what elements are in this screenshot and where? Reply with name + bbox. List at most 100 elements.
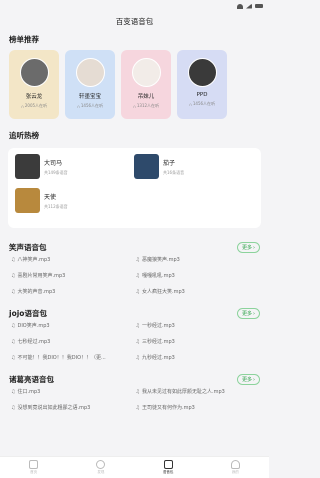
- chevron-right-icon: ›: [253, 310, 255, 317]
- section-title: 笑声语音包: [9, 243, 47, 252]
- ranking-name: 轩墨宝宝: [78, 94, 101, 100]
- track-item[interactable]: ♫ 王司徒又有何作为.mp3: [135, 404, 261, 412]
- avatar: [131, 58, 161, 87]
- chase-thumbnail: [15, 188, 40, 213]
- track-item[interactable]: ♫ 恶魔狼笑声.mp3: [135, 256, 261, 264]
- music-note-icon: ♫: [135, 354, 140, 361]
- track-item[interactable]: ♫ 九秒经过.mp3: [135, 354, 261, 362]
- ranking-title: 榜单推荐: [9, 35, 39, 44]
- track-item[interactable]: ♫ 不可能！！我DIO！！我DIO！！（更...: [11, 354, 136, 362]
- chevron-right-icon: ›: [253, 376, 255, 383]
- track-item[interactable]: ♫ 喜剧片常用笑声.mp3: [11, 272, 136, 280]
- music-note-icon: ♫: [11, 322, 16, 329]
- chase-name: 天使: [44, 193, 57, 201]
- more-button[interactable]: 更多 ›: [236, 242, 260, 253]
- nav-label: 语音包: [162, 470, 174, 474]
- music-note-icon: ♫: [11, 404, 16, 411]
- chase-count: 共112条语音: [44, 203, 68, 209]
- track-list: ♫ 八神笑声.mp3 ♫ 恶魔狼笑声.mp3 ♫ 喜剧片常用笑声.mp3 ♫ 嘎嘎吼吼.…: [0, 253, 269, 296]
- music-note-icon: ♫: [135, 272, 140, 279]
- headphone-icon: ∩: [188, 101, 192, 107]
- section-title: jojo语音包: [9, 309, 47, 318]
- music-note-icon: ♫: [135, 338, 140, 345]
- chase-header: 追听热榜: [0, 130, 269, 141]
- ranking-name: PPD: [196, 92, 208, 98]
- music-note-icon: ♫: [135, 288, 140, 295]
- chase-name: 茄子: [163, 159, 176, 167]
- section-header: jojo语音包 更多 ›: [0, 308, 269, 319]
- music-note-icon: ♫: [135, 256, 140, 263]
- home-icon: [29, 460, 39, 469]
- ranking-card[interactable]: PPD ∩ 1456人在听: [177, 50, 227, 119]
- avatar: [19, 58, 49, 87]
- headphone-icon: ∩: [76, 103, 80, 109]
- chevron-right-icon: ›: [253, 244, 255, 251]
- bottom-nav: 首页 发现 语音包 我的: [0, 456, 269, 478]
- music-note-icon: ♫: [11, 388, 16, 395]
- ranking-card[interactable]: 吊妹儿 ∩ 1312人在听: [121, 50, 171, 119]
- chase-item[interactable]: 茄子 共16条语音: [134, 154, 184, 179]
- ranking-name: 张云龙: [25, 94, 43, 100]
- ranking-card[interactable]: 轩墨宝宝 ∩ 1456人在听: [65, 50, 115, 119]
- music-note-icon: ♫: [11, 354, 16, 361]
- headphone-icon: ∩: [132, 103, 136, 109]
- track-item[interactable]: ♫ 大笑的声音.mp3: [11, 288, 136, 296]
- user-icon: [230, 460, 240, 469]
- music-note-icon: ♫: [11, 272, 16, 279]
- chase-item[interactable]: 天使 共112条语音: [15, 188, 68, 213]
- chase-item[interactable]: 大司马 共149条语音: [15, 154, 68, 179]
- ranking-count: ∩ 1312人在听: [132, 103, 160, 109]
- track-item[interactable]: ♫ 女人疯狂大笑.mp3: [135, 288, 261, 296]
- nav-home[interactable]: 首页: [14, 460, 54, 475]
- music-note-icon: ♫: [11, 256, 16, 263]
- ranking-header: 榜单推荐: [0, 34, 269, 45]
- track-item[interactable]: ♫ 七秒经过.mp3: [11, 338, 136, 346]
- track-item[interactable]: ♫ DIO笑声.mp3: [11, 322, 136, 330]
- track-item[interactable]: ♫ 一秒经过.mp3: [136, 322, 261, 330]
- nav-label: 我的: [231, 470, 239, 474]
- nav-voice-pack[interactable]: 语音包: [148, 460, 188, 475]
- page-title: 百变语音包: [115, 17, 154, 26]
- track-item[interactable]: ♫ 没想到竟说出如此粗鄙之语.mp3: [11, 404, 136, 412]
- track-item[interactable]: ♫ 住口.mp3: [11, 388, 136, 396]
- track-item[interactable]: ♫ 三秒经过.mp3: [135, 338, 261, 346]
- ranking-list: 张云龙 ∩ 2005人在听 轩墨宝宝 ∩ 1456人在听 吊妹儿 ∩ 1312人在听 …: [0, 45, 269, 119]
- status-bar: [0, 0, 269, 12]
- chase-thumbnail: [134, 154, 159, 179]
- music-note-icon: ♫: [135, 388, 140, 395]
- track-item[interactable]: ♫ 我从未见过有如此厚颜无耻之人.mp3: [135, 388, 261, 396]
- music-note-icon: ♫: [11, 288, 16, 295]
- track-list: ♫ DIO笑声.mp3 ♫ 一秒经过.mp3 ♫ 七秒经过.mp3 ♫ 三秒经过.mp3…: [0, 319, 269, 362]
- compass-icon: [96, 460, 106, 469]
- nav-mine[interactable]: 我的: [215, 460, 255, 475]
- avatar: [75, 58, 105, 87]
- music-note-icon: ♫: [11, 338, 16, 345]
- track-list: ♫ 住口.mp3 ♫ 我从未见过有如此厚颜无耻之人.mp3 ♫ 没想到竟说出如此粗鄙之…: [0, 385, 269, 412]
- music-note-icon: ♫: [135, 404, 140, 411]
- chase-thumbnail: [15, 154, 40, 179]
- avatar: [187, 58, 217, 87]
- ranking-count: ∩ 2005人在听: [20, 103, 48, 109]
- chase-count: 共149条语音: [44, 169, 68, 175]
- track-item[interactable]: ♫ 嘎嘎吼吼.mp3: [135, 272, 261, 280]
- chase-title: 追听热榜: [9, 131, 39, 140]
- section-title: 诸葛亮语音包: [9, 375, 54, 384]
- chase-name: 大司马: [44, 159, 63, 167]
- ranking-count: ∩ 1456人在听: [188, 101, 216, 107]
- ranking-name: 吊妹儿: [137, 94, 155, 100]
- nav-discover[interactable]: 发现: [81, 460, 121, 475]
- nav-label: 发现: [97, 470, 105, 474]
- section-header: 笑声语音包 更多 ›: [0, 242, 269, 253]
- nav-label: 首页: [30, 470, 38, 474]
- more-button[interactable]: 更多 ›: [236, 374, 260, 385]
- wifi-icon: [237, 3, 243, 9]
- chase-list: 大司马 共149条语音 茄子 共16条语音 天使 共112条语音: [8, 148, 261, 228]
- ranking-count: ∩ 1456人在听: [76, 103, 104, 109]
- track-item[interactable]: ♫ 八神笑声.mp3: [11, 256, 136, 264]
- folder-icon: [163, 460, 173, 469]
- more-button[interactable]: 更多 ›: [236, 308, 260, 319]
- headphone-icon: ∩: [20, 103, 24, 109]
- chase-count: 共16条语音: [163, 169, 185, 175]
- section-header: 诸葛亮语音包 更多 ›: [0, 374, 269, 385]
- ranking-card[interactable]: 张云龙 ∩ 2005人在听: [9, 50, 59, 119]
